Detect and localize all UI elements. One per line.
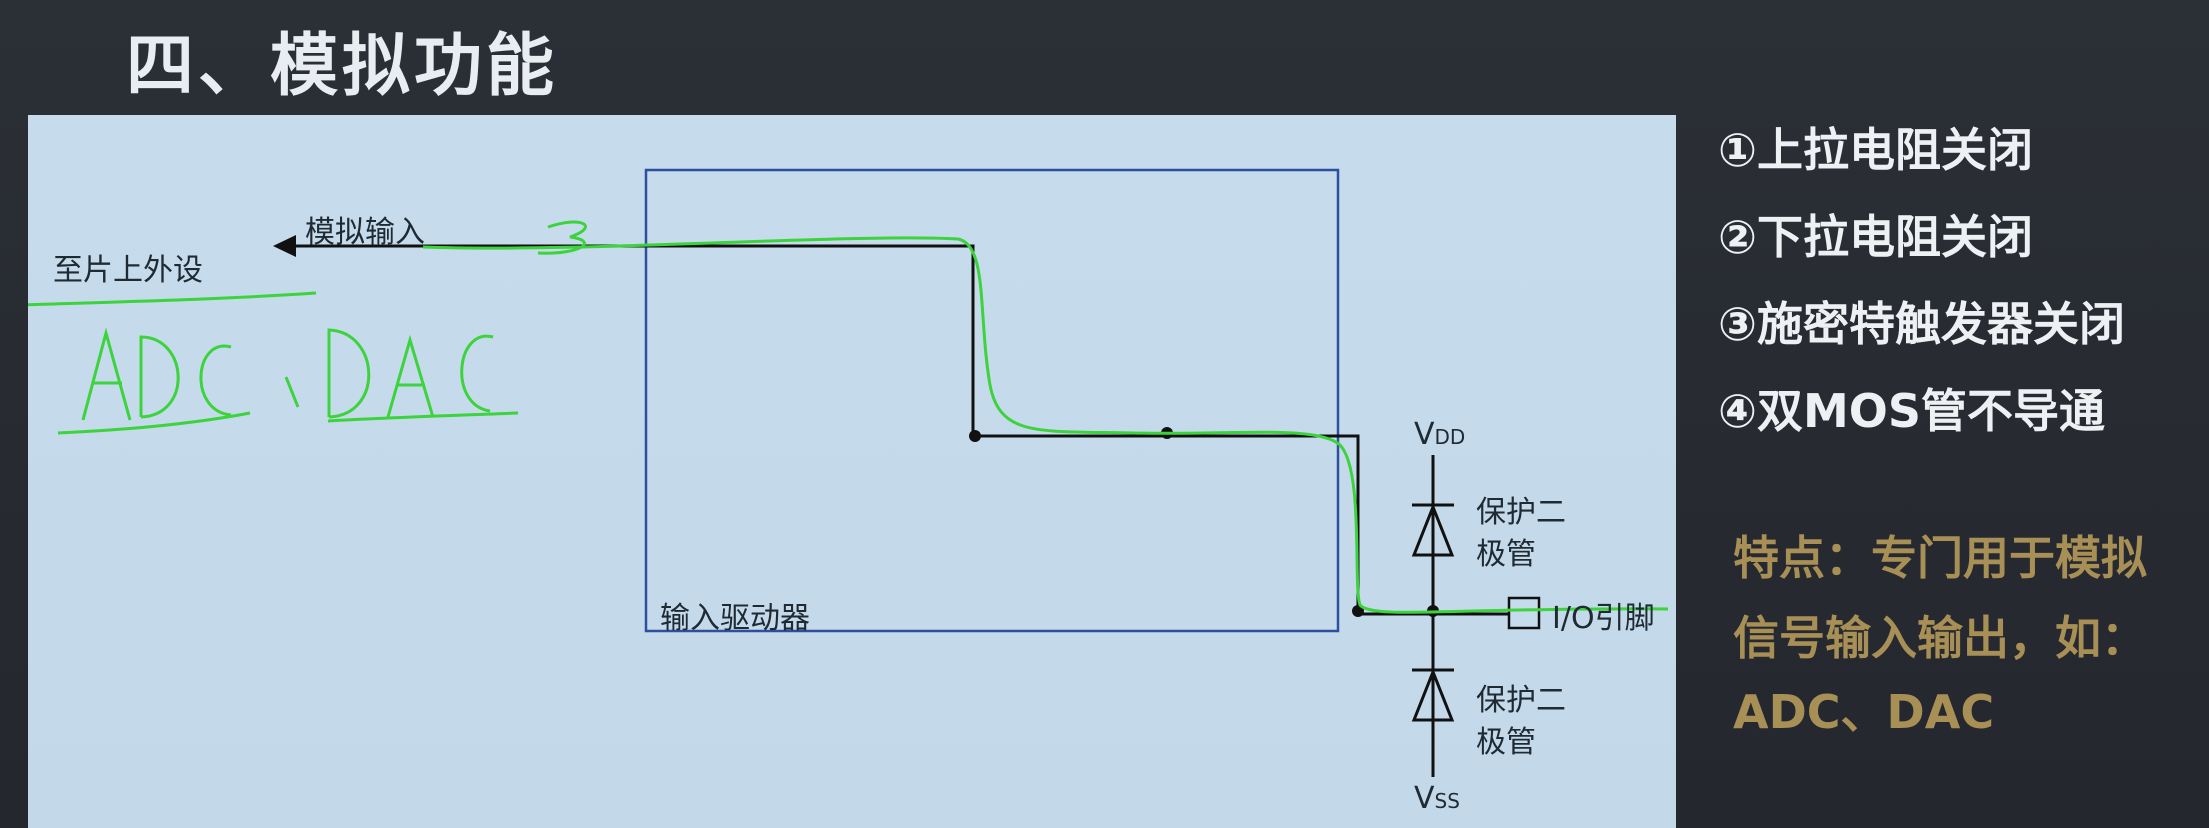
annotation-underline [327, 411, 519, 423]
note-line-3: ADC、DAC [1733, 685, 1995, 739]
handwritten-a2 [386, 334, 435, 418]
junction-dot [969, 430, 981, 442]
to-peripheral-label: 至片上外设 [53, 253, 203, 288]
note-line-1: 特点：专门用于模拟 [1733, 531, 2147, 585]
io-pin-pad [1507, 596, 1541, 630]
feature-list: ①上拉电阻关闭 ②下拉电阻关闭 ③施密特触发器关闭 ④双MOS管不导通 [1718, 120, 2125, 468]
handwritten-a [81, 327, 132, 421]
handwritten-d2 [327, 328, 371, 419]
input-driver-label: 输入驱动器 [660, 601, 810, 636]
slide-title: 四、模拟功能 [126, 27, 559, 106]
input-driver-box [644, 168, 1340, 633]
handwritten-c2 [460, 334, 494, 413]
circuit-svg [28, 168, 1669, 777]
circuit-diagram: 至片上外设 模拟输入 输入驱动器 VDD 保护二极管 I/O引脚 保护二极管 V… [28, 115, 1676, 828]
feature-schmitt-off: ③施密特触发器关闭 [1718, 297, 2125, 351]
vss-label: VSS [1414, 781, 1460, 816]
vdd-label: VDD [1414, 417, 1466, 452]
feature-pulldown-off: ②下拉电阻关闭 [1718, 210, 2033, 264]
note-line-2: 信号输入输出，如： [1733, 611, 2147, 665]
io-pin-label: I/O引脚 [1552, 601, 1655, 636]
output-arrow [273, 235, 296, 257]
feature-pullup-off: ①上拉电阻关闭 [1718, 123, 2033, 177]
handwritten-c [199, 344, 232, 417]
handwritten-comma [284, 376, 300, 408]
annotation-underline [28, 291, 317, 307]
analog-input-label: 模拟输入 [305, 215, 425, 250]
analog-signal-wire [283, 244, 1533, 616]
protect-diode-bottom-label: 保护二极管 [1476, 683, 1566, 760]
protect-diode-top-label: 保护二极管 [1476, 495, 1566, 572]
handwritten-d [139, 335, 180, 419]
feature-mos-off: ④双MOS管不导通 [1718, 384, 2105, 438]
